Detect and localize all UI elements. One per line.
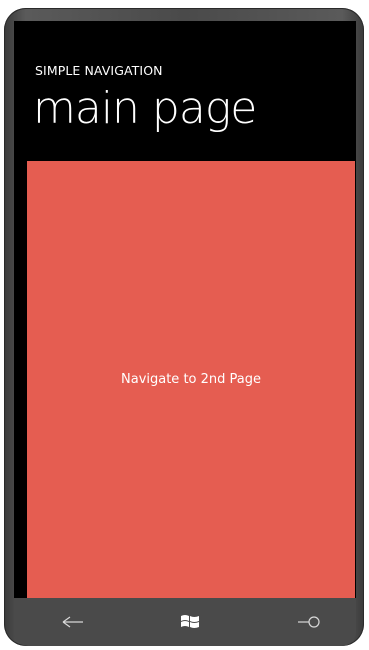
app-title: SIMPLE NAVIGATION (35, 63, 163, 78)
navigate-button-label: Navigate to 2nd Page (121, 372, 261, 387)
phone-screen: SIMPLE NAVIGATION main page Navigate to … (14, 21, 356, 598)
windows-logo-icon (181, 615, 199, 628)
back-arrow-icon (62, 616, 83, 628)
search-button[interactable] (294, 610, 324, 634)
search-icon (298, 616, 320, 628)
navigate-to-2nd-page-button[interactable]: Navigate to 2nd Page (27, 161, 355, 598)
hardware-button-bar (14, 598, 356, 646)
page-title: main page (33, 83, 257, 134)
back-button[interactable] (58, 610, 88, 634)
start-button[interactable] (175, 610, 205, 634)
